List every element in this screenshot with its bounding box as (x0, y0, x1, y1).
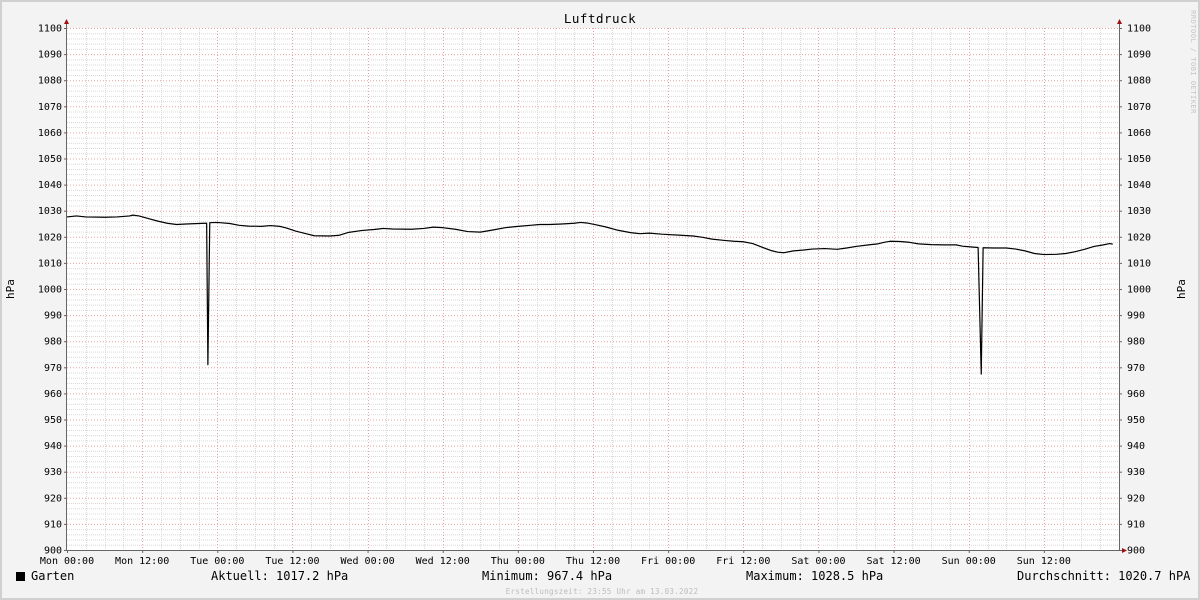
x-tick-label: Sun 00:00 (942, 556, 996, 567)
y-tick-label-left: 1030 (38, 206, 62, 217)
x-tick-label: Tue 00:00 (190, 556, 244, 567)
y-tick-label-left: 1080 (38, 76, 62, 87)
y-tick-label-left: 1070 (38, 102, 62, 113)
y-tick-label-left: 1040 (38, 180, 62, 191)
y-tick-label-right: 1020 (1127, 232, 1151, 243)
x-tick-label: Sat 12:00 (866, 556, 920, 567)
x-tick-label: Fri 12:00 (716, 556, 770, 567)
y-tick-label-left: 1100 (38, 24, 62, 35)
x-tick-label: Thu 00:00 (491, 556, 545, 567)
y-tick-label-right: 980 (1127, 337, 1145, 348)
y-tick-label-left: 950 (44, 415, 62, 426)
x-tick-label: Thu 12:00 (566, 556, 620, 567)
y-tick-label-right: 1030 (1127, 206, 1151, 217)
legend-durchschnitt: Durchschnitt: 1020.7 hPA (1017, 569, 1191, 583)
y-tick-label-left: 910 (44, 519, 62, 530)
y-tick-label-left: 930 (44, 467, 62, 478)
y-tick-label-left: 1090 (38, 50, 62, 61)
x-tick-label: Fri 00:00 (641, 556, 695, 567)
y-tick-label-right: 1100 (1127, 24, 1151, 35)
y-tick-label-right: 970 (1127, 363, 1145, 374)
y-tick-label-left: 960 (44, 389, 62, 400)
chart-canvas: 900 910 920 930 940 950 960 970 980 990 1000 1010 10… (4, 10, 1197, 567)
chart-frame: 900 910 920 930 940 950 960 970 980 990 1000 1010 10… (0, 0, 1200, 600)
x-tick-label: Wed 12:00 (416, 556, 470, 567)
x-tick-label: Mon 12:00 (115, 556, 169, 567)
chart-title: Luftdruck (564, 11, 636, 26)
y-tick-label-right: 900 (1127, 546, 1145, 557)
legend-series-name: Garten (31, 569, 75, 583)
y-axis-left-labels: 900 910 920 930 940 950 960 970 980 990 1000 1010 10… (38, 24, 62, 557)
y-tick-label-left: 1060 (38, 128, 62, 139)
y-tick-label-left: 940 (44, 441, 62, 452)
rrdtool-watermark: RRDTOOL / TOBI OETIKER (1189, 10, 1197, 114)
legend-minimum: Minimum: 967.4 hPa (482, 569, 613, 583)
y-tick-label-right: 1050 (1127, 154, 1151, 165)
y-tick-label-left: 1020 (38, 232, 62, 243)
y-tick-label-right: 1010 (1127, 258, 1151, 269)
y-tick-label-right: 1080 (1127, 76, 1151, 87)
y-axis-label-right: hPa (1175, 279, 1188, 299)
legend-maximum: Maximum: 1028.5 hPa (746, 569, 884, 583)
y-tick-label-left: 1050 (38, 154, 62, 165)
x-tick-label: Wed 00:00 (340, 556, 394, 567)
y-tick-label-left: 900 (44, 546, 62, 557)
y-tick-label-left: 990 (44, 311, 62, 322)
y-tick-label-right: 960 (1127, 389, 1145, 400)
y-tick-label-right: 1040 (1127, 180, 1151, 191)
y-tick-label-left: 1000 (38, 285, 62, 296)
y-axis-right-labels: 900 910 920 930 940 950 960 970 980 990 1000 1010 10… (1127, 24, 1151, 557)
y-tick-label-right: 1060 (1127, 128, 1151, 139)
y-tick-label-right: 950 (1127, 415, 1145, 426)
y-tick-label-left: 980 (44, 337, 62, 348)
x-tick-label: Sun 12:00 (1017, 556, 1071, 567)
legend-swatch (16, 572, 25, 581)
y-tick-label-right: 990 (1127, 311, 1145, 322)
y-tick-label-right: 930 (1127, 467, 1145, 478)
creation-time-footer: Erstellungszeit: 23:55 Uhr am 13.03.2022 (505, 587, 699, 596)
y-axis-left-arrow (64, 19, 69, 24)
y-tick-label-right: 940 (1127, 441, 1145, 452)
x-axis-labels: Mon 00:00 Mon 12:00 Tue 00:00 Tue 12:00 Wed … (40, 556, 1071, 567)
y-axis-right-arrow (1117, 19, 1122, 24)
y-tick-label-left: 920 (44, 493, 62, 504)
x-tick-label: Sat 00:00 (791, 556, 845, 567)
y-tick-label-right: 910 (1127, 519, 1145, 530)
y-axis-label-left: hPa (4, 279, 17, 299)
y-tick-label-right: 1070 (1127, 102, 1151, 113)
y-tick-label-right: 920 (1127, 493, 1145, 504)
legend-series: Garten (16, 569, 74, 583)
y-tick-label-left: 970 (44, 363, 62, 374)
y-tick-label-right: 1000 (1127, 285, 1151, 296)
x-tick-label: Mon 00:00 (40, 556, 94, 567)
x-tick-label: Tue 12:00 (265, 556, 319, 567)
y-tick-label-right: 1090 (1127, 50, 1151, 61)
legend-aktuell: Aktuell: 1017.2 hPa (211, 569, 349, 583)
y-tick-label-left: 1010 (38, 258, 62, 269)
